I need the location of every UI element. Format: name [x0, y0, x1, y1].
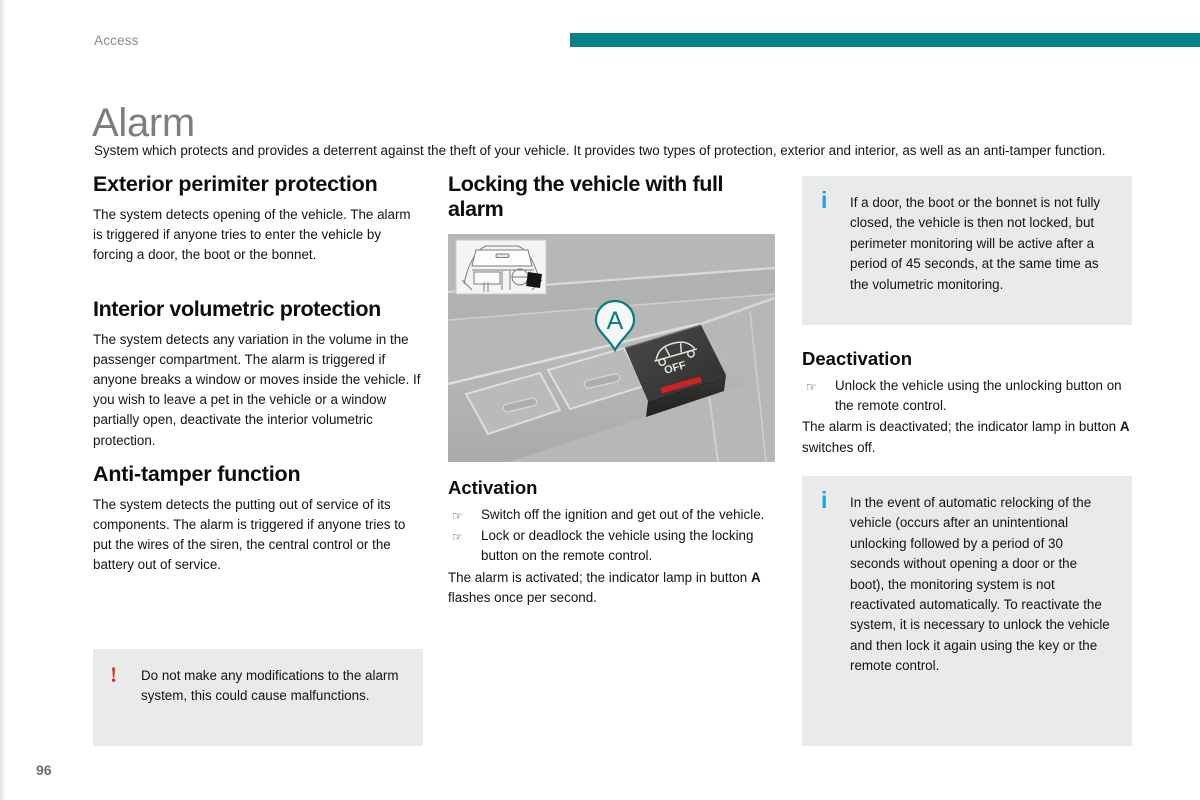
- list-item: ☞ Unlock the vehicle using the unlocking…: [802, 376, 1132, 416]
- list-item-label: Switch off the ignition and get out of t…: [481, 507, 765, 522]
- heading-exterior-perimeter-protection: Exterior perimiter protection: [93, 172, 378, 196]
- activation-result-prefix: The alarm is activated; the indicator la…: [448, 569, 751, 585]
- deactivation-block: Deactivation ☞ Unlock the vehicle using …: [802, 347, 1132, 458]
- warning-callout-text: Do not make any modifications to the ala…: [141, 668, 399, 704]
- activation-steps-list: ☞ Switch off the ignition and get out of…: [448, 505, 778, 567]
- vehicle-interior-location-diagram: [455, 239, 547, 295]
- text-exterior-perimeter-protection: The system detects opening of the vehicl…: [93, 207, 411, 263]
- info-callout-text: If a door, the boot or the bonnet is not…: [850, 195, 1101, 292]
- info-callout-text: In the event of automatic relocking of t…: [850, 495, 1110, 674]
- dashboard-alarm-button-photo: OFF A: [448, 234, 775, 462]
- heading-locking-vehicle-full-alarm: Locking the vehicle with full alarm: [448, 172, 724, 221]
- svg-text:A: A: [607, 307, 624, 335]
- deactivation-result-prefix: The alarm is deactivated; the indicator …: [802, 419, 1120, 435]
- heading-interior-volumetric-protection: Interior volumetric protection: [93, 296, 381, 321]
- pointing-hand-icon: ☞: [806, 380, 817, 394]
- list-item: ☞ Lock or deadlock the vehicle using the…: [448, 526, 778, 566]
- activation-result-suffix: flashes once per second.: [448, 589, 597, 605]
- text-anti-tamper-function: The system detects the putting out of se…: [93, 496, 406, 573]
- heading-anti-tamper-function: Anti-tamper function: [93, 461, 301, 486]
- deactivation-result-button: A: [1119, 419, 1130, 435]
- heading-deactivation: Deactivation: [802, 348, 913, 369]
- intro-paragraph: System which protects and provides a det…: [94, 143, 1106, 159]
- middle-column: Locking the vehicle with full alarm: [448, 172, 778, 230]
- page-number: 96: [36, 762, 52, 778]
- info-icon: i: [821, 187, 828, 213]
- left-column: Exterior perimiter protection The system…: [93, 172, 423, 576]
- section-label: Access: [94, 33, 139, 48]
- exclamation-icon: !: [110, 662, 118, 687]
- header-accent-rule: [570, 33, 1200, 47]
- manual-page: Access Alarm System which protects and p…: [0, 0, 1200, 800]
- heading-activation: Activation: [448, 477, 538, 498]
- warning-callout: ! Do not make any modifications to the a…: [93, 649, 423, 746]
- info-callout-perimeter-monitoring: i If a door, the boot or the bonnet is n…: [802, 176, 1132, 325]
- pointing-hand-icon: ☞: [452, 530, 463, 545]
- info-icon: i: [821, 487, 828, 513]
- page-title: Alarm: [92, 100, 195, 145]
- list-item-label: Lock or deadlock the vehicle using the l…: [481, 528, 754, 564]
- deactivation-result: The alarm is deactivated; the indicator …: [802, 417, 1132, 457]
- deactivation-steps-list: ☞ Unlock the vehicle using the unlocking…: [802, 376, 1132, 416]
- activation-result-button: A: [750, 569, 761, 585]
- list-item-label: Unlock the vehicle using the unlocking b…: [835, 378, 1122, 414]
- info-callout-automatic-relocking: i In the event of automatic relocking of…: [802, 476, 1132, 746]
- pointing-hand-icon: ☞: [452, 509, 463, 523]
- list-item: ☞ Switch off the ignition and get out of…: [448, 505, 778, 525]
- page-edge-shadow: [0, 0, 5, 800]
- activation-block: Activation ☞ Switch off the ignition and…: [448, 476, 778, 608]
- activation-result: The alarm is activated; the indicator la…: [448, 568, 778, 608]
- text-interior-volumetric-protection: The system detects any variation in the …: [93, 331, 421, 448]
- deactivation-result-suffix: switches off.: [802, 439, 876, 455]
